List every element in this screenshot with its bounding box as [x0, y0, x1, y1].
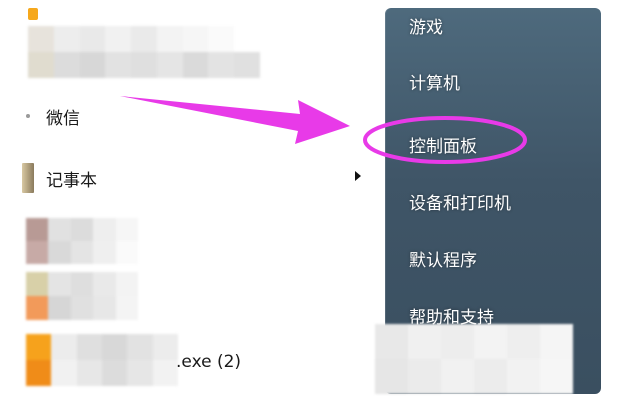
wechat-icon: [26, 114, 30, 118]
menu-item-computer[interactable]: 计算机: [409, 69, 460, 94]
list-item-label: 记事本: [46, 170, 97, 191]
menu-item-control-panel[interactable]: 控制面板: [409, 132, 477, 157]
list-item-wechat[interactable]: 微信: [0, 96, 80, 136]
menu-item-games[interactable]: 游戏: [409, 13, 443, 38]
list-item-label: .exe (2): [176, 352, 242, 372]
notepad-icon: [22, 163, 34, 193]
list-item-notepad[interactable]: 记事本: [0, 158, 97, 198]
list-item-label: 微信: [46, 108, 80, 129]
blurred-program-entry: [26, 218, 138, 264]
menu-item-devices-printers[interactable]: 设备和打印机: [409, 189, 511, 214]
submenu-arrow-icon[interactable]: [355, 171, 361, 181]
blurred-program-entry: [28, 26, 260, 78]
programs-list-pane: 微信 记事本 .exe (2): [0, 0, 385, 404]
blurred-program-entry: [26, 334, 178, 386]
menu-item-default-programs[interactable]: 默认程序: [409, 246, 477, 271]
blurred-program-entry: [26, 272, 138, 320]
blurred-region: [375, 324, 573, 394]
app-icon-fragment: [28, 8, 38, 20]
